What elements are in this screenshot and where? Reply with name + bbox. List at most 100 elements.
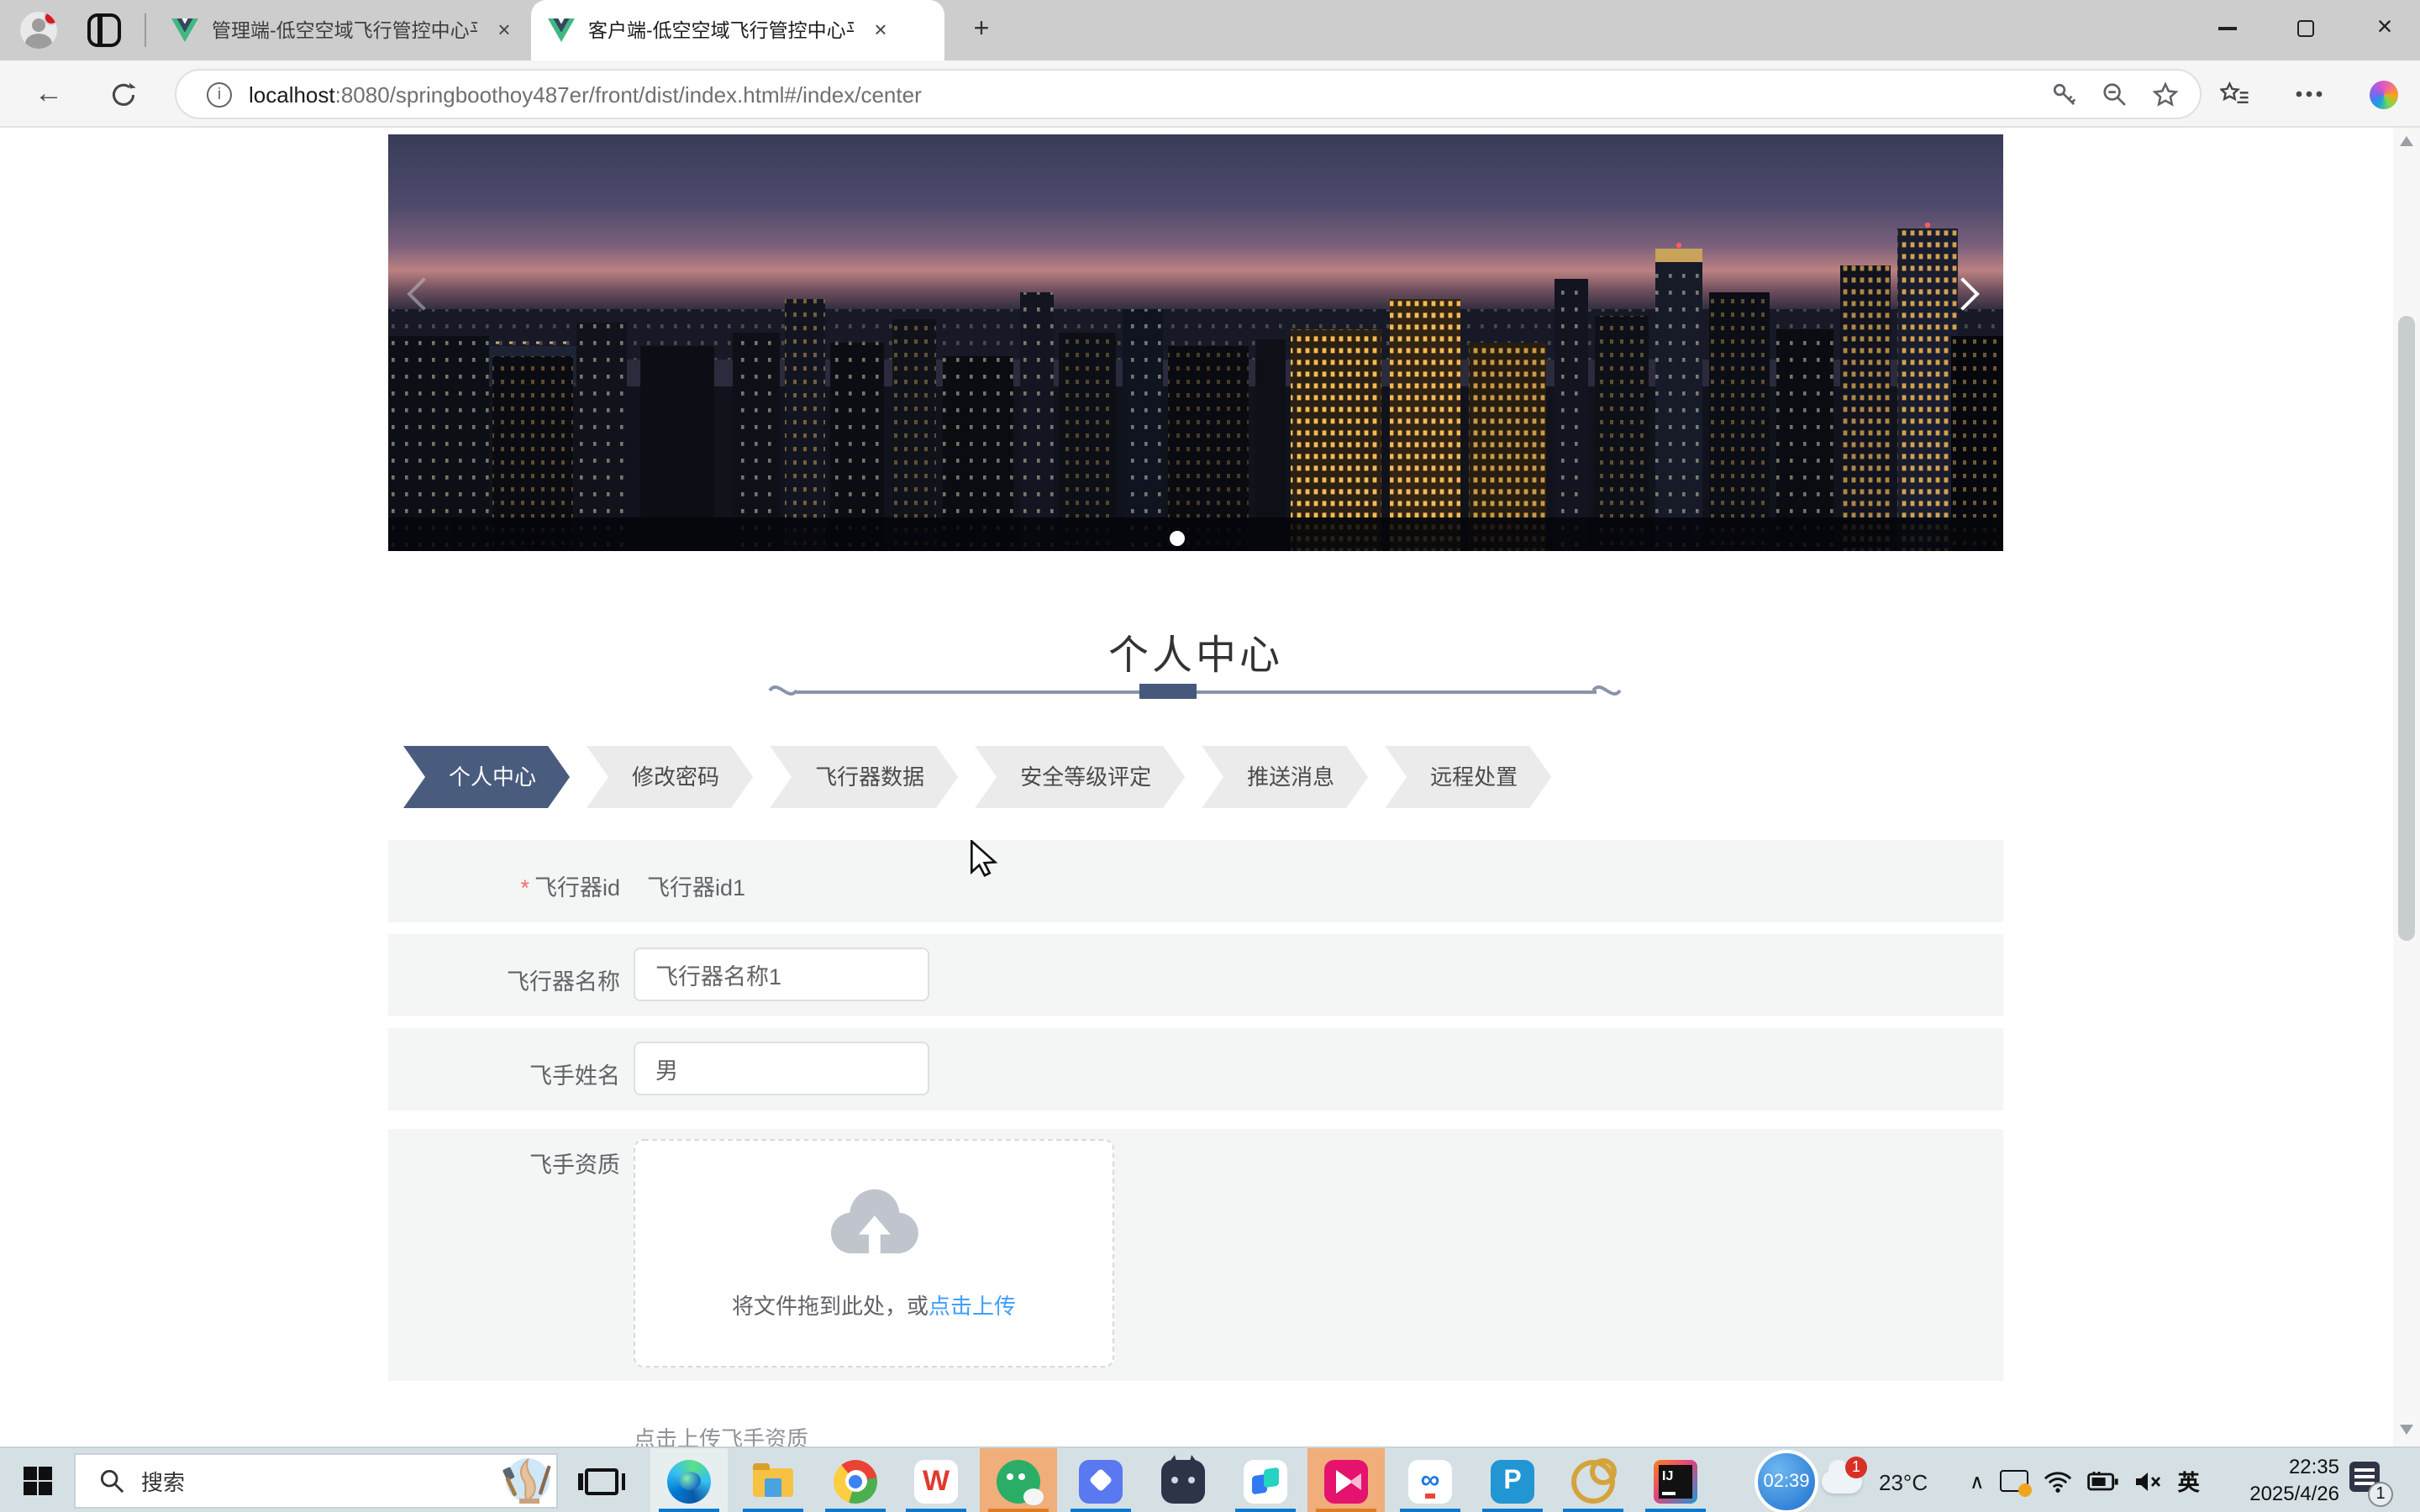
ime-indicator[interactable]: 英 — [2178, 1465, 2200, 1497]
mouse-cursor — [970, 840, 998, 877]
divider-line — [797, 690, 1597, 694]
weather-cloud-icon: 1 — [1822, 1470, 1862, 1494]
browser-tab-admin[interactable]: 管理端-低空空域飞行管控中心平 × — [155, 0, 531, 60]
windows-logo-icon — [23, 1467, 51, 1495]
volume-muted-icon[interactable] — [2134, 1469, 2163, 1493]
taskbar-docs-app[interactable] — [1227, 1448, 1304, 1512]
taskbar-notes-app[interactable] — [1062, 1448, 1139, 1512]
aircraft-name-input[interactable] — [634, 948, 929, 1001]
page-scrollbar[interactable] — [2393, 128, 2420, 1446]
scrollbar-up-icon[interactable] — [2400, 136, 2413, 146]
taskbar-edge[interactable] — [650, 1448, 728, 1512]
upload-link[interactable]: 点击上传 — [929, 1294, 1016, 1319]
page-content: 个人中心 个人中心 修改密码 飞行器数据 安全等级评定 推送消息 远程处置 * 飞… — [0, 128, 2420, 1446]
taskbar-knot-app[interactable]: ∞ — [1392, 1448, 1469, 1512]
profile-avatar[interactable] — [20, 12, 57, 49]
scrollbar-down-icon[interactable] — [2400, 1425, 2413, 1435]
tab-safety-rating[interactable]: 安全等级评定 — [975, 746, 1185, 808]
clock-date: 2025/4/26 — [2198, 1480, 2339, 1507]
avatar-head — [32, 18, 45, 32]
back-icon[interactable]: ← — [27, 72, 71, 116]
carousel-dot[interactable] — [1170, 531, 1185, 546]
profile-notification-dot — [44, 12, 57, 25]
workspaces-icon[interactable] — [87, 13, 121, 47]
avatar-body — [25, 34, 52, 49]
task-view-button[interactable] — [563, 1448, 640, 1512]
zoom-out-icon[interactable] — [2089, 80, 2139, 108]
window-minimize-button[interactable] — [2188, 0, 2265, 57]
night-city-skyline — [388, 134, 2003, 551]
focus-clock-bubble[interactable]: 02:39 — [1754, 1450, 1818, 1512]
browser-tab-client[interactable]: 客户端-低空空域飞行管控中心平 × — [531, 0, 944, 60]
new-tab-button[interactable]: + — [961, 12, 1002, 49]
taskbar-chrome[interactable] — [817, 1448, 894, 1512]
copilot-icon[interactable] — [2360, 72, 2407, 116]
password-key-icon[interactable] — [2039, 80, 2089, 108]
taskbar-wechat[interactable] — [980, 1448, 1057, 1512]
pilot-name-label: 飞手姓名 — [388, 1057, 620, 1090]
search-placeholder: 搜索 — [141, 1465, 499, 1497]
window-close-button[interactable]: × — [2346, 0, 2420, 57]
taskbar-weather[interactable]: 1 23°C — [1822, 1455, 1943, 1509]
tab-remote-handling[interactable]: 远程处置 — [1385, 746, 1551, 808]
required-mark: * — [520, 875, 529, 900]
wechat-icon — [997, 1459, 1040, 1503]
upload-hint: 将文件拖到此处，或点击上传 — [635, 1289, 1113, 1320]
taskbar-search-box[interactable]: 搜索 — [74, 1453, 558, 1509]
browser-toolbar: ← i localhost:8080/springboothoy487er/fr… — [0, 60, 2420, 128]
form-row-pilot-cert — [388, 1129, 2003, 1381]
aircraft-name-label: 飞行器名称 — [388, 963, 620, 996]
scrollbar-thumb[interactable] — [2398, 316, 2415, 941]
taskbar-cat-app[interactable] — [1144, 1448, 1222, 1512]
wifi-icon[interactable] — [2044, 1469, 2072, 1493]
tab-push-messages[interactable]: 推送消息 — [1202, 746, 1368, 808]
battery-icon[interactable] — [2087, 1470, 2119, 1492]
taskbar-pink-media-app[interactable] — [1307, 1448, 1385, 1512]
taskbar-clock[interactable]: 22:35 2025/4/26 — [2198, 1453, 2339, 1507]
tab-title: 管理端-低空空域飞行管控中心平 — [212, 17, 477, 44]
divider-right-curl — [1590, 680, 1623, 701]
cat-app-icon — [1161, 1459, 1205, 1503]
taskbar-p-app[interactable]: P — [1474, 1448, 1551, 1512]
favorites-bar-icon[interactable] — [2212, 72, 2259, 116]
notification-center-button[interactable]: 1 — [2349, 1462, 2390, 1502]
tab-personal-center[interactable]: 个人中心 — [403, 746, 570, 808]
refresh-icon[interactable] — [101, 72, 145, 116]
aircraft-id-value: 飞行器id1 — [647, 869, 745, 902]
search-highlight-art[interactable] — [499, 1455, 553, 1507]
url-text[interactable]: localhost:8080/springboothoy487er/front/… — [249, 81, 2039, 107]
close-tab-icon[interactable]: × — [867, 17, 894, 44]
tray-chevron-up-icon[interactable]: ∧ — [1970, 1469, 1985, 1493]
pilot-name-input[interactable] — [634, 1042, 929, 1095]
tab-change-password[interactable]: 修改密码 — [587, 746, 753, 808]
form-row-aircraft-name — [388, 934, 2003, 1016]
page-title: 个人中心 — [388, 622, 2003, 680]
taskbar-wps[interactable]: W — [897, 1448, 975, 1512]
cast-sync-icon[interactable] — [2000, 1470, 2028, 1492]
taskbar-navicat[interactable] — [1555, 1448, 1632, 1512]
chrome-icon — [834, 1459, 877, 1503]
vue-favicon — [171, 18, 198, 42]
wps-icon: W — [914, 1459, 958, 1503]
window-maximize-button[interactable] — [2267, 0, 2344, 57]
pilot-cert-label: 飞手资质 — [388, 1146, 620, 1179]
clock-time: 22:35 — [2198, 1453, 2339, 1480]
taskbar-intellij[interactable]: IJ — [1637, 1448, 1714, 1512]
taskbar-file-explorer[interactable] — [734, 1448, 812, 1512]
site-info-icon[interactable]: i — [207, 81, 232, 107]
settings-more-icon[interactable] — [2286, 72, 2333, 116]
section-nav-tabs: 个人中心 修改密码 飞行器数据 安全等级评定 推送消息 远程处置 — [403, 746, 1551, 808]
windows-taskbar: 搜索 W ∞ P IJ 02:39 1 23°C — [0, 1446, 2420, 1512]
upload-dropzone[interactable]: 将文件拖到此处，或点击上传 — [634, 1139, 1114, 1368]
close-tab-icon[interactable]: × — [491, 17, 518, 44]
notes-pen-icon — [1079, 1459, 1123, 1503]
upload-tip: 点击上传飞手资质 — [634, 1421, 808, 1446]
tab-aircraft-data[interactable]: 飞行器数据 — [770, 746, 958, 808]
docs-tiles-icon — [1244, 1459, 1287, 1503]
start-button[interactable] — [0, 1448, 74, 1512]
weather-badge: 1 — [1845, 1457, 1867, 1478]
form-row-aircraft-id — [388, 840, 2003, 922]
address-bar[interactable]: i localhost:8080/springboothoy487er/fron… — [175, 69, 2202, 119]
favorite-star-icon[interactable] — [2139, 80, 2190, 108]
p-app-icon: P — [1491, 1459, 1534, 1503]
